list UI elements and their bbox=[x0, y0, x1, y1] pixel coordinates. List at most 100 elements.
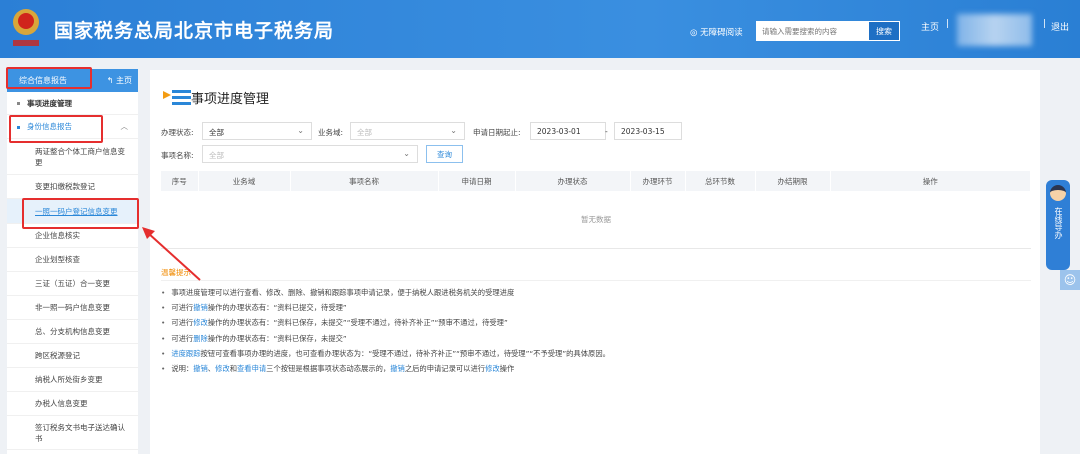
tip-highlight: 修改 bbox=[193, 318, 208, 328]
online-guide-label: 在线导办 bbox=[1054, 207, 1063, 239]
tip-text: 三个按钮是根据事项状态动态展示的， bbox=[266, 363, 391, 373]
chevron-down-icon: ⌄ bbox=[297, 126, 304, 135]
tip-item: 可进行删除操作的办理状态有：“资料已保存，未提交” bbox=[161, 334, 610, 349]
accessibility-label: 无障碍阅读 bbox=[700, 28, 743, 38]
sidebar-subitem[interactable]: 三证（五证）合一变更 bbox=[7, 272, 138, 296]
sidebar-subitem[interactable]: 纳税人所处街乡变更 bbox=[7, 368, 138, 392]
sidebar-subitem[interactable]: 办税人信息变更 bbox=[7, 392, 138, 416]
col-header: 办结期限 bbox=[755, 171, 831, 191]
blurred-username bbox=[957, 14, 1032, 46]
item-name-select[interactable]: 全部 ⌄ bbox=[202, 145, 418, 163]
col-header: 办理环节 bbox=[630, 171, 686, 191]
home-link[interactable]: 主页 bbox=[921, 20, 939, 33]
sidebar-subitem[interactable]: 变更扣缴税款登记 bbox=[7, 175, 138, 199]
date-start-input[interactable]: 2023-03-01 bbox=[530, 122, 606, 140]
sidebar-subitem[interactable]: 两证整合个体工商户信息变更 bbox=[7, 139, 138, 175]
main-panel: 事项进度管理 办理状态: 全部 ⌄ 业务域: 全部 ⌄ 申请日期起止: 2023-0… bbox=[150, 70, 1040, 454]
annotation-box bbox=[6, 67, 92, 89]
header: 国家税务总局北京市电子税务局 ◎ 无障碍阅读 搜索 主页 | | 退出 bbox=[0, 0, 1080, 58]
table-header-row: 序号 业务域 事项名称 申请日期 办理状态 办理环节 总环节数 办结期限 操作 bbox=[161, 171, 1031, 191]
col-header: 序号 bbox=[161, 171, 199, 191]
col-header: 总环节数 bbox=[685, 171, 756, 191]
user-service-icon[interactable]: ☺ bbox=[1060, 270, 1080, 290]
tip-highlight: 修改 bbox=[215, 363, 230, 373]
domain-placeholder: 全部 bbox=[357, 128, 372, 137]
col-header: 业务域 bbox=[198, 171, 291, 191]
date-dash: - bbox=[605, 127, 608, 136]
tip-text: 操作的办理状态有：“资料已保存，未提交”“受理不通过，待补齐补正”“预审不通过，… bbox=[207, 318, 508, 328]
col-header: 申请日期 bbox=[438, 171, 516, 191]
sidebar-item-progress[interactable]: 事项进度管理 bbox=[7, 92, 138, 115]
sidebar-subitem[interactable]: 跨区税源登记 bbox=[7, 344, 138, 368]
domain-select[interactable]: 全部 ⌄ bbox=[350, 122, 465, 140]
tip-highlight: 修改 bbox=[485, 363, 500, 373]
online-guide-button[interactable]: 在线导办 bbox=[1046, 180, 1070, 270]
tip-text: 之后的申请记录可以进行 bbox=[404, 363, 486, 373]
item-name-placeholder: 全部 bbox=[209, 151, 224, 160]
tip-highlight: 撤销 bbox=[390, 363, 405, 373]
annotation-box bbox=[22, 198, 139, 229]
tip-highlight: 撤销 bbox=[193, 303, 208, 313]
tip-text: 操作 bbox=[499, 363, 515, 373]
page-title-block: 事项进度管理 bbox=[163, 88, 269, 107]
query-button[interactable]: 查询 bbox=[426, 145, 463, 163]
tip-item: 说明：撤销、修改和查看申请三个按钮是根据事项状态动态展示的，撤销之后的申请记录可… bbox=[161, 364, 610, 379]
tip-highlight: 撤销 bbox=[193, 363, 208, 373]
tip-text: 按钮可查看事项办理的进度，也可查看办理状态为：“受理不通过，待补齐补正”“预审不… bbox=[200, 348, 610, 358]
sidebar-subitem[interactable]: 非一照一码户信息变更 bbox=[7, 296, 138, 320]
site-title: 国家税务总局北京市电子税务局 bbox=[54, 20, 335, 42]
status-label: 办理状态: bbox=[161, 128, 194, 137]
annotation-box bbox=[9, 115, 103, 143]
chevron-down-icon: ⌄ bbox=[450, 126, 457, 135]
tip-item: 可进行修改操作的办理状态有：“资料已保存，未提交”“受理不通过，待补齐补正”“预… bbox=[161, 318, 610, 333]
tip-item: 可进行撤销操作的办理状态有：“资料已提交，待受理” bbox=[161, 303, 610, 318]
tip-text: 操作的办理状态有：“资料已保存，未提交” bbox=[207, 333, 347, 343]
return-icon: ↰ bbox=[106, 76, 116, 85]
list-icon bbox=[163, 89, 191, 105]
separator: | bbox=[1043, 19, 1047, 29]
page-title: 事项进度管理 bbox=[191, 92, 270, 107]
sidebar-subitem[interactable]: 总、分支机构信息变更 bbox=[7, 320, 138, 344]
chevron-down-icon: ⌄ bbox=[403, 149, 410, 158]
status-value: 全部 bbox=[209, 128, 224, 137]
status-select[interactable]: 全部 ⌄ bbox=[202, 122, 312, 140]
tip-text: 和 bbox=[229, 363, 237, 373]
agent-avatar-icon bbox=[1050, 185, 1066, 201]
date-end-input[interactable]: 2023-03-15 bbox=[614, 122, 682, 140]
accessibility-link[interactable]: ◎ 无障碍阅读 bbox=[690, 26, 743, 38]
chevron-up-icon: ︿ bbox=[120, 122, 129, 131]
col-header: 办理状态 bbox=[515, 171, 631, 191]
progress-table: 序号 业务域 事项名称 申请日期 办理状态 办理环节 总环节数 办结期限 操作 bbox=[161, 171, 1031, 191]
col-header: 事项名称 bbox=[290, 171, 439, 191]
item-name-label: 事项名称: bbox=[161, 151, 194, 160]
tip-text: 操作的办理状态有：“资料已提交，待受理” bbox=[207, 303, 347, 313]
annotation-arrow bbox=[142, 227, 201, 281]
tip-item: 事项进度管理可以进行查看、修改、删除、撤销和跟踪事项申请记录，便于纳税人跟进税务… bbox=[161, 288, 610, 303]
tip-highlight: 进度跟踪 bbox=[171, 348, 201, 358]
tip-text: 说明： bbox=[171, 363, 194, 373]
tip-highlight: 删除 bbox=[193, 333, 208, 343]
tip-text: 可进行 bbox=[171, 303, 194, 313]
tip-text: 可进行 bbox=[171, 333, 194, 343]
tips-list: 事项进度管理可以进行查看、修改、删除、撤销和跟踪事项申请记录，便于纳税人跟进税务… bbox=[161, 288, 610, 379]
tax-emblem-logo bbox=[13, 9, 39, 46]
sidebar-subitem[interactable]: 签订税务文书电子送达确认书 bbox=[7, 416, 138, 450]
sidebar-subitem[interactable]: 企业划型核查 bbox=[7, 248, 138, 272]
empty-state: 暂无数据 bbox=[161, 191, 1031, 249]
date-range-label: 申请日期起止: bbox=[473, 128, 521, 137]
tip-text: 可进行 bbox=[171, 318, 194, 328]
separator: | bbox=[946, 19, 950, 29]
search-button[interactable]: 搜索 bbox=[868, 21, 900, 41]
tip-text: 、 bbox=[207, 363, 216, 373]
domain-label: 业务域: bbox=[318, 128, 344, 137]
tip-item: 进度跟踪按钮可查看事项办理的进度，也可查看办理状态为：“受理不通过，待补齐补正”… bbox=[161, 349, 610, 364]
logout-link[interactable]: 退出 bbox=[1051, 20, 1069, 33]
sidebar-home-link[interactable]: ↰ 主页 bbox=[107, 75, 132, 86]
col-header: 操作 bbox=[830, 171, 1031, 191]
divider bbox=[161, 280, 1031, 281]
tip-highlight: 查看申请 bbox=[236, 363, 267, 373]
eye-icon: ◎ bbox=[690, 28, 701, 38]
search-input[interactable] bbox=[756, 21, 868, 41]
tip-text: 事项进度管理可以进行查看、修改、删除、撤销和跟踪事项申请记录，便于纳税人跟进税务… bbox=[171, 288, 515, 297]
label: 事项进度管理 bbox=[27, 98, 72, 108]
